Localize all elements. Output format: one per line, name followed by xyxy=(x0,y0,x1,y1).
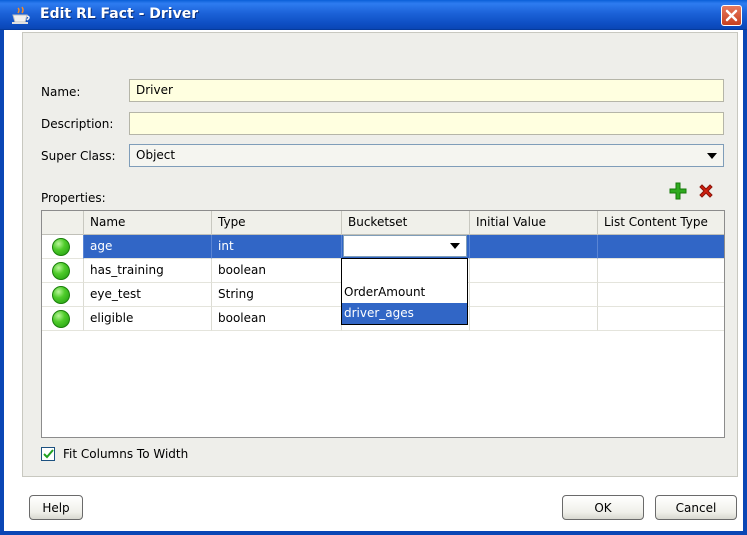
name-cell[interactable]: has_training xyxy=(84,259,212,283)
delete-x-icon[interactable] xyxy=(697,182,715,200)
dropdown-option-orderamount[interactable]: OrderAmount xyxy=(342,282,467,303)
properties-label: Properties: xyxy=(41,191,106,205)
status-cell xyxy=(42,235,84,259)
name-field[interactable]: Driver xyxy=(129,79,724,102)
status-cell xyxy=(42,283,84,307)
green-ball-icon xyxy=(52,310,70,328)
cancel-button[interactable]: Cancel xyxy=(655,495,737,520)
name-cell[interactable]: eligible xyxy=(84,307,212,331)
dropdown-option-empty[interactable] xyxy=(342,260,467,281)
superclass-combobox[interactable]: Object xyxy=(129,144,724,167)
title-bar[interactable]: Edit RL Fact - Driver xyxy=(0,0,747,30)
column-header-bucketset[interactable]: Bucketset xyxy=(342,211,470,235)
list-content-type-cell[interactable] xyxy=(598,259,724,283)
superclass-value: Object xyxy=(136,148,176,162)
initial-value-cell[interactable] xyxy=(470,283,598,307)
column-header-status xyxy=(42,211,84,235)
list-content-type-cell[interactable] xyxy=(598,283,724,307)
column-header-name[interactable]: Name xyxy=(84,211,212,235)
dropdown-option-driver-ages[interactable]: driver_ages xyxy=(342,303,467,324)
column-header-initial-value[interactable]: Initial Value xyxy=(470,211,598,235)
initial-value-cell[interactable] xyxy=(470,259,598,283)
chevron-down-icon xyxy=(450,243,460,249)
type-cell[interactable]: boolean xyxy=(212,307,342,331)
type-cell[interactable]: String xyxy=(212,283,342,307)
bucketset-dropdown-list[interactable]: OrderAmount driver_ages xyxy=(341,258,468,325)
plus-icon[interactable] xyxy=(669,182,687,200)
bucketset-combobox[interactable] xyxy=(343,235,467,257)
superclass-label: Super Class: xyxy=(41,149,116,163)
initial-value-cell[interactable] xyxy=(470,235,598,259)
initial-value-cell[interactable] xyxy=(470,307,598,331)
type-cell[interactable]: int xyxy=(212,235,342,259)
fit-columns-checkbox[interactable] xyxy=(41,447,55,461)
checkmark-icon xyxy=(43,449,54,459)
column-header-list-content-type[interactable]: List Content Type xyxy=(598,211,724,235)
description-field[interactable] xyxy=(129,112,724,135)
name-cell[interactable]: age xyxy=(84,235,212,259)
list-content-type-cell[interactable] xyxy=(598,235,724,259)
close-icon xyxy=(725,9,738,22)
green-ball-icon xyxy=(52,286,70,304)
type-cell[interactable]: boolean xyxy=(212,259,342,283)
status-cell xyxy=(42,259,84,283)
table-header: Name Type Bucketset Initial Value List C… xyxy=(42,211,724,235)
list-content-type-cell[interactable] xyxy=(598,307,724,331)
name-cell[interactable]: eye_test xyxy=(84,283,212,307)
column-header-type[interactable]: Type xyxy=(212,211,342,235)
close-button[interactable] xyxy=(721,5,742,26)
ok-button[interactable]: OK xyxy=(562,495,644,520)
chevron-down-icon xyxy=(707,153,717,159)
coffee-cup-icon xyxy=(12,6,30,24)
fit-columns-label[interactable]: Fit Columns To Width xyxy=(63,447,188,461)
help-button[interactable]: Help xyxy=(29,495,83,520)
green-ball-icon xyxy=(52,238,70,256)
status-cell xyxy=(42,307,84,331)
edit-rl-fact-dialog: Edit RL Fact - Driver Name: Driver Descr… xyxy=(0,0,747,535)
window-title: Edit RL Fact - Driver xyxy=(40,6,199,22)
description-label: Description: xyxy=(41,117,114,131)
green-ball-icon xyxy=(52,262,70,280)
name-label: Name: xyxy=(41,85,81,99)
